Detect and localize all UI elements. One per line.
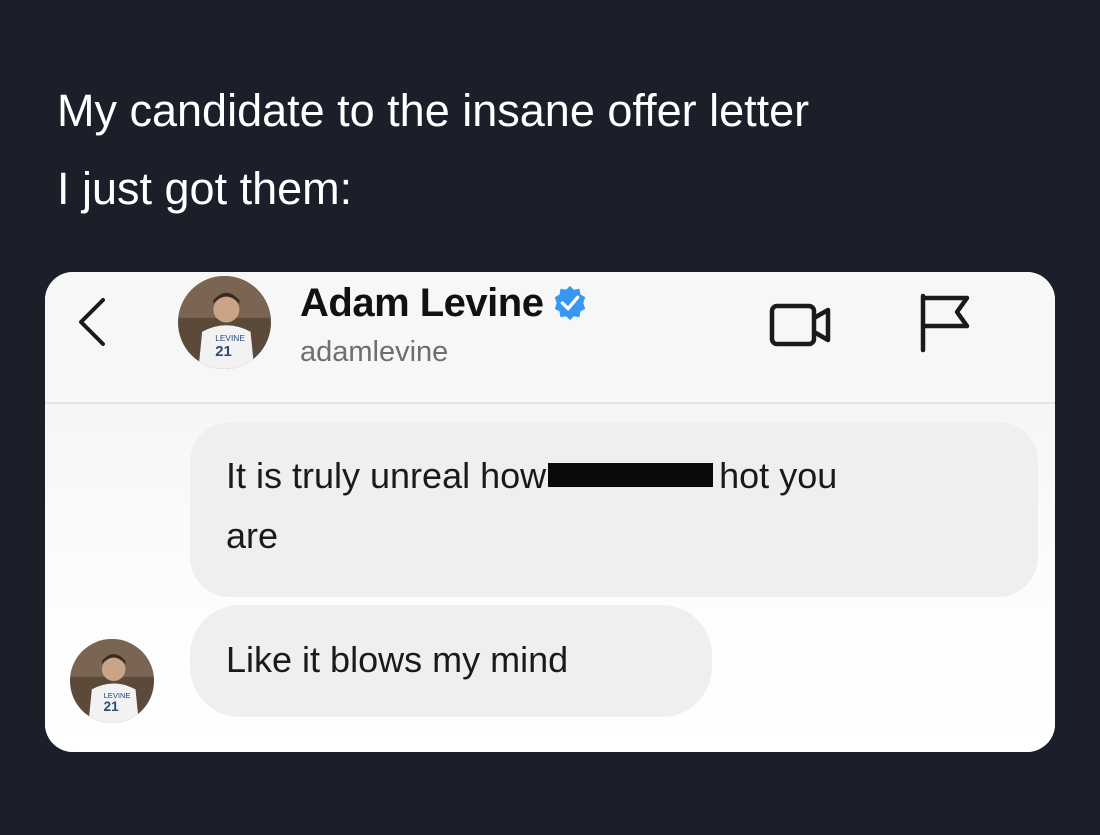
message-bubble[interactable]: Like it blows my mind bbox=[190, 605, 712, 717]
redaction-bar bbox=[548, 463, 714, 488]
flag-icon[interactable] bbox=[915, 290, 973, 354]
video-call-icon[interactable] bbox=[768, 296, 834, 354]
svg-text:21: 21 bbox=[215, 344, 232, 360]
profile-handle: adamlevine bbox=[300, 336, 449, 368]
meme-caption: My candidate to the insane offer letter … bbox=[57, 72, 1057, 228]
sender-avatar[interactable]: LEVINE 21 bbox=[70, 639, 154, 723]
message-bubble[interactable]: It is truly unreal how hot you are bbox=[190, 422, 1038, 597]
message-text: Like it blows my mind bbox=[226, 639, 569, 680]
verified-badge-icon bbox=[555, 285, 586, 321]
profile-name[interactable]: Adam Levine bbox=[300, 281, 544, 326]
profile-avatar[interactable]: LEVINE 21 bbox=[178, 276, 271, 369]
dm-header: LEVINE 21 Adam Levine adamlevine bbox=[45, 272, 1055, 404]
name-row: Adam Levine bbox=[300, 278, 589, 328]
back-chevron-icon[interactable] bbox=[73, 292, 113, 352]
dm-screenshot: LEVINE 21 Adam Levine adamlevine It is t… bbox=[45, 272, 1055, 752]
svg-text:LEVINE: LEVINE bbox=[215, 333, 245, 343]
caption-line-1: My candidate to the insane offer letter bbox=[57, 85, 810, 136]
message-line: It is truly unreal how hot you bbox=[226, 455, 838, 496]
svg-text:21: 21 bbox=[104, 699, 119, 714]
caption-line-2: I just got them: bbox=[57, 163, 353, 214]
message-line: are bbox=[226, 515, 279, 556]
